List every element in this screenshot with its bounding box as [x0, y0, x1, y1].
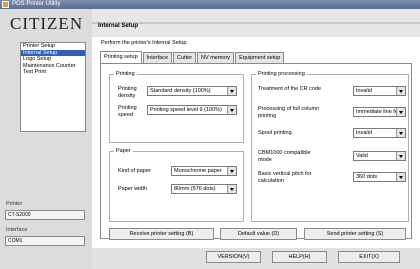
send-printer-setting-button[interactable]: Send printer setting (S)	[304, 228, 406, 240]
paper-kind-label: Kind of paper	[118, 168, 151, 174]
default-value-button[interactable]: Default value (D)	[220, 228, 297, 240]
paper-width-label: Paper width	[118, 186, 148, 192]
chevron-down-icon[interactable]	[396, 129, 405, 137]
tab-equipment-setup[interactable]: Equipment setup	[235, 52, 285, 63]
help-button[interactable]: HELP(H)	[272, 251, 327, 263]
app-icon	[2, 1, 9, 8]
tab-nv-memory[interactable]: NV memory	[197, 52, 235, 63]
full-column-label: Processing of full column printing	[258, 106, 320, 119]
menu-item-printer-setup[interactable]: Printer Setup	[21, 43, 85, 50]
menu-item-logo-setup[interactable]: Logo Setup	[21, 56, 85, 63]
cr-code-select[interactable]: Invalid	[353, 86, 406, 96]
chevron-down-icon[interactable]	[227, 106, 236, 114]
menu-item-maintenance-counter[interactable]: Maintenance Counter	[21, 63, 85, 70]
interface-field: COM1	[5, 236, 85, 246]
chevron-down-icon[interactable]	[396, 87, 405, 95]
tab-printing-setup[interactable]: Printing setup	[100, 51, 142, 63]
intro-text: Perform the printer's Internal Setup.	[101, 40, 188, 46]
printing-density-select[interactable]: Standard density (100%)	[147, 86, 237, 96]
vertical-pitch-value: 360 dots	[356, 174, 378, 180]
spool-printing-label: Spool printing	[258, 130, 292, 136]
cr-code-label: Treatment of the CR code	[258, 86, 322, 92]
printer-label: Printer	[6, 201, 23, 207]
chevron-down-icon[interactable]	[396, 152, 405, 160]
paper-width-select[interactable]: 80mm (576 dots)	[171, 184, 237, 194]
setup-menu-list: Printer Setup Internal Setup Logo Setup …	[20, 42, 86, 132]
section-title: Internal Setup	[98, 23, 139, 29]
paper-kind-value: Monochrome paper	[174, 168, 222, 174]
brand-logo: CITIZEN	[10, 14, 84, 33]
chevron-down-icon[interactable]	[396, 108, 405, 116]
spool-printing-select[interactable]: Invalid	[353, 128, 406, 138]
tab-content-panel: Printing Printing density Standard densi…	[100, 63, 412, 240]
printing-density-value: Standard density (100%)	[150, 88, 211, 94]
section-header: Internal Setup	[92, 9, 420, 37]
vertical-pitch-select[interactable]: 360 dots	[353, 172, 406, 182]
exit-button[interactable]: EXIT(X)	[338, 251, 400, 263]
cr-code-value: Invalid	[356, 88, 372, 94]
printing-legend: Printing	[116, 71, 135, 77]
printing-speed-value: Printing speed level 9 (100%)	[150, 107, 222, 113]
title-bar: POS Printer Utility	[0, 0, 420, 9]
chevron-down-icon[interactable]	[227, 185, 236, 193]
paper-kind-select[interactable]: Monochrome paper	[171, 166, 237, 176]
chevron-down-icon[interactable]	[396, 173, 405, 181]
paper-width-value: 80mm (576 dots)	[174, 186, 216, 192]
menu-item-internal-setup[interactable]: Internal Setup	[21, 49, 85, 57]
spool-printing-value: Invalid	[356, 130, 372, 136]
chevron-down-icon[interactable]	[227, 167, 236, 175]
window-title: POS Printer Utility	[12, 1, 61, 7]
printing-processing-legend: Printing processing	[258, 71, 305, 77]
vertical-pitch-label: Basic vertical pitch for calculation	[258, 171, 312, 184]
cbm-mode-select[interactable]: Valid	[353, 151, 406, 161]
menu-item-test-print[interactable]: Test Print	[21, 69, 85, 76]
chevron-down-icon[interactable]	[227, 87, 236, 95]
tab-strip: Printing setup Interface Cutter NV memor…	[100, 51, 285, 63]
printing-speed-select[interactable]: Printing speed level 9 (100%)	[147, 105, 237, 115]
version-button[interactable]: VERSION(V)	[206, 251, 261, 263]
cbm-mode-value: Valid	[356, 153, 368, 159]
printer-model-field: CT-S2000	[5, 210, 85, 220]
full-column-select[interactable]: Immediate line feed	[353, 107, 406, 117]
printing-speed-label: Printing speed	[118, 105, 137, 118]
tab-cutter[interactable]: Cutter	[173, 52, 197, 63]
cbm-mode-label: CBM1000 compatible mode	[258, 150, 311, 163]
printing-density-label: Printing density	[118, 86, 137, 99]
paper-legend: Paper	[116, 148, 131, 154]
tab-interface[interactable]: Interface	[142, 52, 173, 63]
receive-printer-setting-button[interactable]: Receive printer setting (B)	[109, 228, 214, 240]
interface-label: Interface	[6, 227, 28, 233]
